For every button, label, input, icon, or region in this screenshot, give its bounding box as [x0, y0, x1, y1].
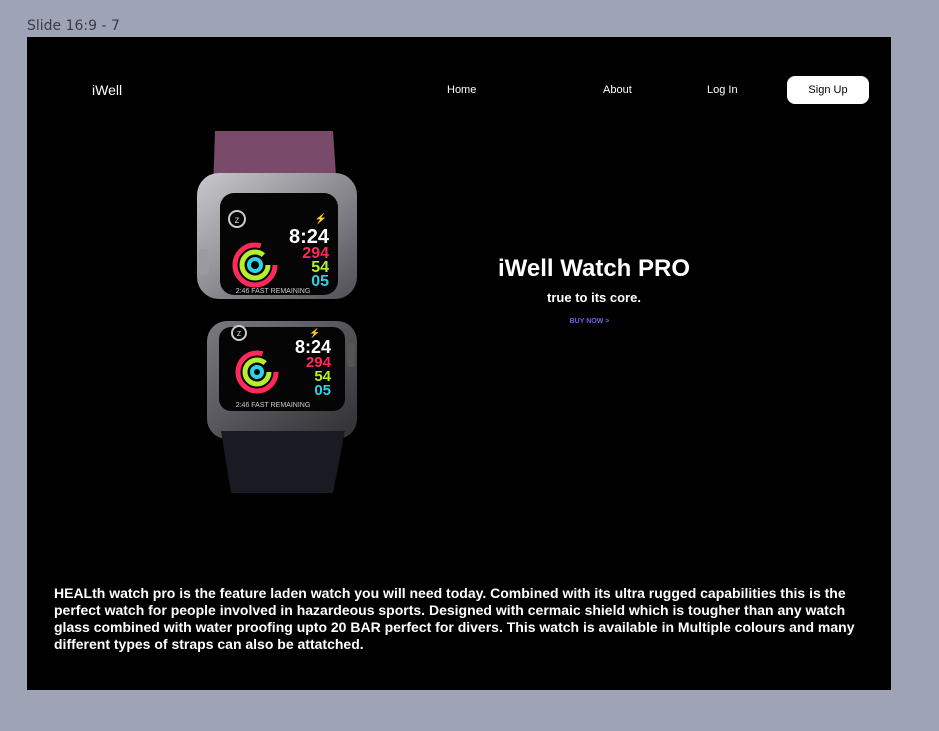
svg-text:z: z: [235, 215, 240, 226]
hero-subtitle: true to its core.: [547, 290, 641, 305]
nav-login-link[interactable]: Log In: [707, 84, 738, 96]
watch-stand: 05: [311, 273, 329, 290]
watch-stand-reflection: 05: [314, 382, 331, 399]
buy-now-link[interactable]: BUY NOW >: [387, 318, 792, 325]
svg-text:z: z: [237, 328, 242, 338]
nav-home-link[interactable]: Home: [447, 84, 476, 96]
signup-button[interactable]: Sign Up: [787, 76, 869, 104]
watch-illustration: z ⚡ 8:24 294 54 05 2:46 FAST REMAINING z…: [197, 131, 357, 493]
watch-status-reflection: 2:46 FAST REMAINING: [236, 402, 311, 409]
watch-band-bottom: [221, 431, 345, 493]
hero-title: iWell Watch PRO: [497, 255, 691, 282]
slide-canvas: iWell Home About Log In Sign Up z ⚡ 8:24…: [27, 37, 891, 690]
brand-logo[interactable]: iWell: [92, 82, 122, 98]
nav-about-link[interactable]: About: [603, 84, 632, 96]
frame-label: Slide 16:9 - 7: [27, 18, 120, 34]
svg-text:⚡: ⚡: [315, 212, 327, 225]
watch-status: 2:46 FAST REMAINING: [236, 288, 311, 295]
product-description: HEALth watch pro is the feature laden wa…: [54, 585, 855, 652]
